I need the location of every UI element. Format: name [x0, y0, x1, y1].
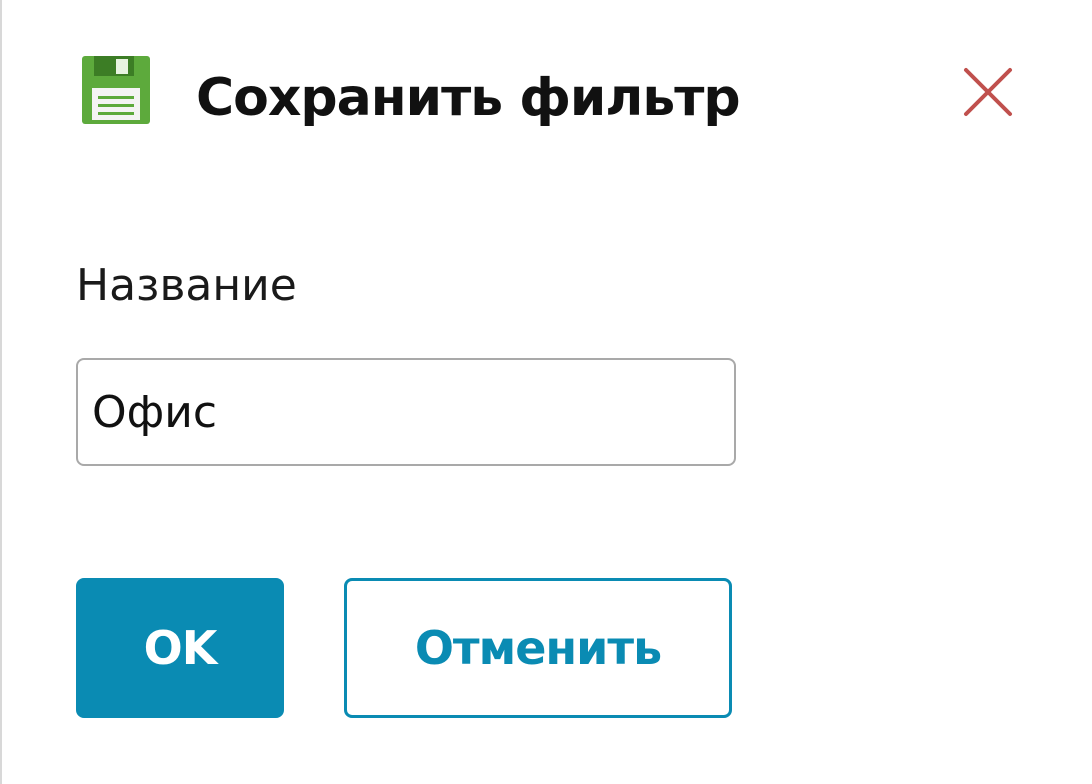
cancel-button[interactable]: Отменить	[344, 578, 732, 718]
close-icon	[964, 68, 1012, 116]
name-input[interactable]	[76, 358, 736, 466]
floppy-disk-icon	[80, 54, 152, 126]
dialog-title: Сохранить фильтр	[196, 68, 741, 128]
ok-button[interactable]: OK	[76, 578, 284, 718]
close-button[interactable]	[956, 60, 1020, 124]
save-filter-dialog: Сохранить фильтр Название OK Отменить	[0, 0, 1092, 784]
name-field-label: Название	[76, 260, 297, 311]
